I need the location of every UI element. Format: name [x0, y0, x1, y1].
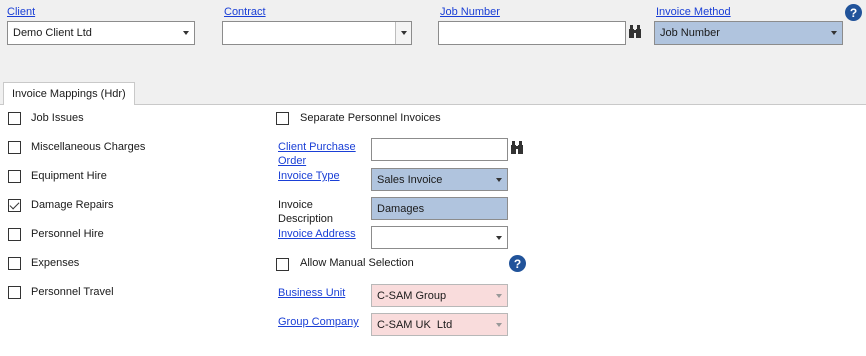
contract-label[interactable]: Contract — [224, 6, 266, 19]
chevron-down-icon[interactable] — [491, 314, 507, 335]
damage-repairs-label: Damage Repairs — [31, 199, 114, 211]
invoice-method-select-value: Job Number — [660, 27, 720, 39]
tab-invoice-mappings[interactable]: Invoice Mappings (Hdr) — [3, 82, 135, 105]
job-number-input[interactable] — [438, 21, 626, 45]
business-unit-select[interactable]: C-SAM Group — [371, 284, 508, 307]
damage-repairs-checkbox[interactable] — [8, 199, 21, 212]
invoice-description-label-line1: Invoice — [278, 199, 313, 211]
invoice-address-select[interactable] — [371, 226, 508, 249]
equipment-hire-label: Equipment Hire — [31, 170, 107, 182]
allow-manual-checkbox[interactable] — [276, 258, 289, 271]
help-icon[interactable]: ? — [509, 255, 526, 272]
client-po-input[interactable] — [371, 138, 508, 161]
invoice-type-label[interactable]: Invoice Type — [278, 169, 340, 183]
personnel-travel-checkbox[interactable] — [8, 286, 21, 299]
chevron-down-icon[interactable] — [491, 227, 507, 248]
job-issues-checkbox[interactable] — [8, 112, 21, 125]
job-number-label[interactable]: Job Number — [440, 6, 500, 19]
client-select-value: Demo Client Ltd — [13, 27, 92, 39]
chevron-down-icon[interactable] — [491, 169, 507, 190]
invoice-address-label[interactable]: Invoice Address — [278, 227, 356, 241]
business-unit-select-value: C-SAM Group — [377, 289, 447, 302]
invoice-method-label[interactable]: Invoice Method — [656, 6, 731, 19]
expenses-checkbox[interactable] — [8, 257, 21, 270]
chevron-down-icon[interactable] — [395, 22, 411, 44]
invoice-description-label-line2: Description — [278, 213, 334, 225]
binoculars-icon[interactable] — [511, 141, 523, 154]
contract-select[interactable] — [222, 21, 412, 45]
client-select[interactable]: Demo Client Ltd — [7, 21, 195, 45]
personnel-hire-checkbox[interactable] — [8, 228, 21, 241]
group-company-select-value: C-SAM UK Ltd — [377, 318, 453, 331]
tab-label: Invoice Mappings (Hdr) — [12, 88, 126, 100]
personnel-hire-label: Personnel Hire — [31, 228, 104, 240]
separate-personnel-label: Separate Personnel Invoices — [300, 112, 441, 124]
invoice-method-select[interactable]: Job Number — [654, 21, 843, 45]
equipment-hire-checkbox[interactable] — [8, 170, 21, 183]
client-po-label[interactable]: Client Purchase Order — [278, 140, 356, 168]
expenses-label: Expenses — [31, 257, 80, 269]
client-po-label-line2: Order — [278, 155, 307, 167]
invoice-description-value: Damages — [377, 202, 425, 215]
misc-charges-label: Miscellaneous Charges — [31, 141, 146, 153]
chevron-down-icon[interactable] — [178, 22, 194, 44]
invoice-description-label: Invoice Description — [278, 198, 333, 226]
binoculars-icon[interactable] — [629, 25, 641, 38]
separate-personnel-checkbox[interactable] — [276, 112, 289, 125]
personnel-travel-label: Personnel Travel — [31, 286, 114, 298]
chevron-down-icon[interactable] — [491, 285, 507, 306]
invoice-type-select[interactable]: Sales Invoice — [371, 168, 508, 191]
help-icon[interactable]: ? — [845, 4, 862, 21]
misc-charges-checkbox[interactable] — [8, 141, 21, 154]
client-label[interactable]: Client — [7, 6, 35, 19]
invoice-description-field[interactable]: Damages — [371, 197, 508, 220]
business-unit-label[interactable]: Business Unit — [278, 286, 345, 300]
invoice-type-select-value: Sales Invoice — [377, 173, 443, 186]
group-company-label[interactable]: Group Company — [278, 315, 359, 329]
group-company-select[interactable]: C-SAM UK Ltd — [371, 313, 508, 336]
allow-manual-label: Allow Manual Selection — [300, 257, 414, 269]
client-po-label-line1: Client Purchase — [278, 141, 356, 153]
job-issues-label: Job Issues — [31, 112, 84, 124]
chevron-down-icon[interactable] — [826, 22, 842, 44]
